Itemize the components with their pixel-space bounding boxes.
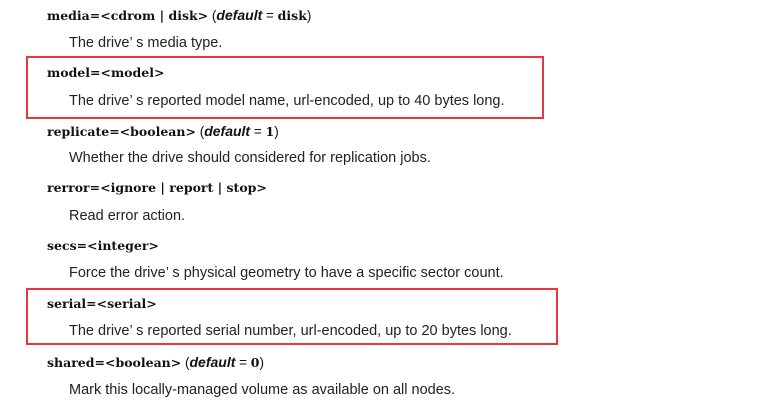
option-description-shared: Mark this locally-managed volume as avai… <box>69 382 456 398</box>
option-term-media: media=<cdrom | disk> (default = disk) <box>47 7 312 23</box>
option-term-shared: shared=<boolean> (default = 0) <box>47 354 264 370</box>
option-name: media=<cdrom | disk> <box>47 8 209 23</box>
option-description-model: The drive’ s reported model name, url-en… <box>69 93 505 109</box>
option-term-secs: secs=<integer> <box>47 238 159 254</box>
option-description-replicate: Whether the drive should considered for … <box>69 150 431 166</box>
default-keyword: default <box>204 123 251 139</box>
option-term-replicate: replicate=<boolean> (default = 1) <box>47 123 279 139</box>
option-name: rerror=<ignore | report | stop> <box>47 180 267 195</box>
option-term-model: model=<model> <box>47 65 164 81</box>
default-keyword: default <box>216 7 263 23</box>
option-term-serial: serial=<serial> <box>47 296 157 312</box>
option-description-rerror: Read error action. <box>69 208 186 224</box>
option-name: serial=<serial> <box>47 296 157 311</box>
option-name: replicate=<boolean> <box>47 124 196 139</box>
option-description-secs: Force the drive’ s physical geometry to … <box>69 265 504 281</box>
default-keyword: default <box>189 354 236 370</box>
default-value: disk <box>277 8 307 23</box>
option-name: model=<model> <box>47 65 165 80</box>
default-value: 1 <box>265 124 275 139</box>
option-name: shared=<boolean> <box>47 355 182 370</box>
option-name: secs=<integer> <box>47 238 159 253</box>
option-description-serial: The drive’ s reported serial number, url… <box>69 323 512 339</box>
option-term-rerror: rerror=<ignore | report | stop> <box>47 180 267 196</box>
option-description-media: The drive’ s media type. <box>69 35 223 51</box>
